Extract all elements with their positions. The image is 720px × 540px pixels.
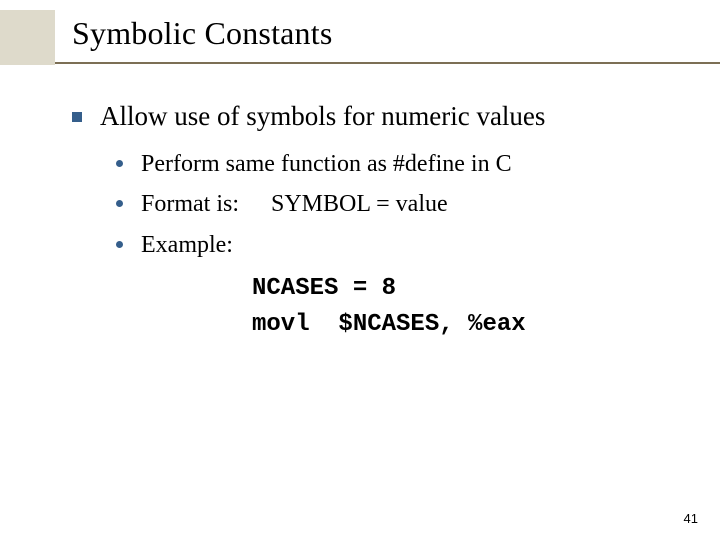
decorative-corner [0, 10, 55, 65]
sub-list: Perform same function as #define in C Fo… [116, 148, 682, 261]
code-example: NCASES = 8 movl $NCASES, %eax [252, 271, 682, 343]
dot-bullet-icon [116, 160, 123, 167]
format-value: SYMBOL = value [271, 191, 448, 217]
sub-bullet-text: Example: [141, 229, 271, 261]
dot-bullet-icon [116, 241, 123, 248]
code-line: movl $NCASES, %eax [252, 311, 526, 338]
page-number: 41 [684, 511, 698, 526]
slide-body: Allow use of symbols for numeric values … [72, 100, 682, 343]
format-label: Format is: [141, 188, 271, 220]
example-label: Example: [141, 229, 271, 261]
title-area: Symbolic Constants [72, 15, 333, 52]
square-bullet-icon [72, 112, 82, 122]
sub-bullet-text: Format is:SYMBOL = value [141, 188, 448, 220]
bullet-row: Allow use of symbols for numeric values [72, 100, 682, 134]
sub-bullet-row: Example: [116, 229, 682, 261]
slide-title: Symbolic Constants [72, 15, 333, 52]
dot-bullet-icon [116, 200, 123, 207]
code-line: NCASES = 8 [252, 275, 396, 302]
sub-bullet-row: Format is:SYMBOL = value [116, 188, 682, 220]
sub-bullet-text: Perform same function as #define in C [141, 148, 512, 180]
bullet-text: Allow use of symbols for numeric values [100, 100, 545, 134]
sub-bullet-row: Perform same function as #define in C [116, 148, 682, 180]
title-underline [0, 62, 720, 64]
